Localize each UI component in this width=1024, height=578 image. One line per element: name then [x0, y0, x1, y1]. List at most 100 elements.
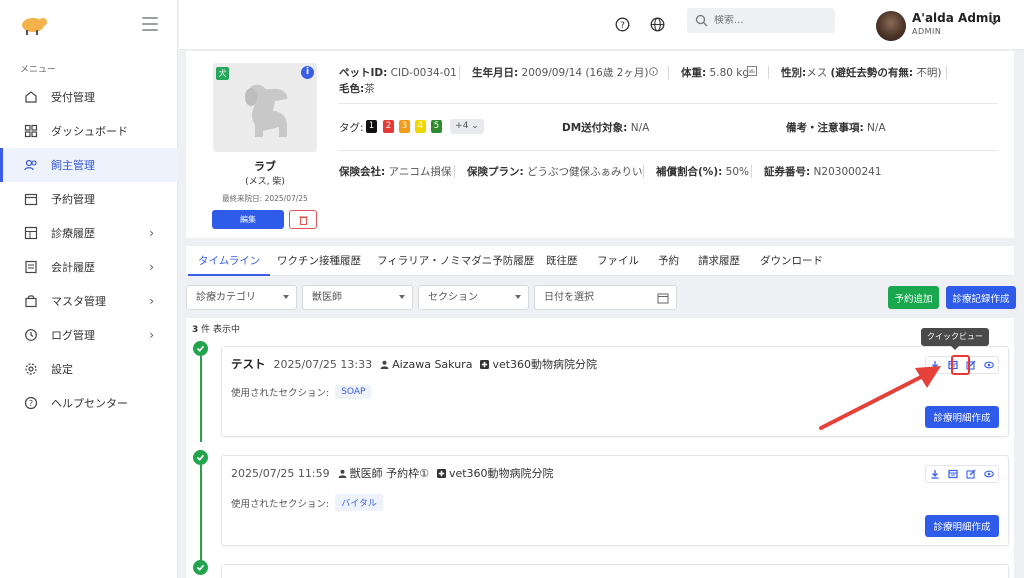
tag-chip[interactable]: 3	[399, 120, 410, 133]
search-icon	[695, 14, 708, 27]
sidebar-item-medical-history[interactable]: 診療履歴 ›	[0, 216, 178, 250]
chevron-right-icon: ›	[149, 226, 154, 240]
invoice-icon	[24, 260, 38, 274]
sidebar-item-master[interactable]: マスタ管理 ›	[0, 284, 178, 318]
sidebar-item-settings[interactable]: 設定	[0, 352, 178, 386]
menu-toggle-icon[interactable]	[142, 17, 158, 31]
hospital-icon	[480, 359, 490, 369]
pet-name: ラブ	[254, 160, 276, 173]
ratio-value: 50%	[725, 166, 750, 178]
dm-value: N/A	[630, 122, 650, 134]
tab-reservations[interactable]: 予約	[648, 246, 689, 276]
vet-select-value: 獣医師	[312, 292, 342, 303]
table-icon	[24, 226, 38, 240]
delete-button[interactable]	[289, 210, 317, 229]
weight-value: 5.80 kg	[709, 67, 750, 79]
tab-timeline[interactable]: タイムライン	[188, 246, 271, 276]
bag-icon	[24, 294, 38, 308]
sidebar-item-label: ヘルプセンター	[51, 397, 128, 410]
tag-chip[interactable]: 5	[431, 120, 442, 133]
category-select[interactable]: 診療カテゴリ	[186, 285, 297, 310]
quick-view-icon[interactable]	[944, 466, 962, 482]
vet-select[interactable]: 獣医師	[302, 285, 413, 310]
info-icon[interactable]: i	[301, 66, 314, 79]
tag-chip[interactable]: 4	[415, 120, 426, 133]
ratio-label: 補償割合(%):	[656, 166, 723, 178]
timeline-card[interactable]: 2025/07/25 11:59 獣医師 予約枠① vet360動物病院分院 使…	[221, 455, 1009, 546]
tag-chip[interactable]: 2	[383, 120, 394, 133]
record-clinic: vet360動物病院分院	[492, 358, 598, 371]
edit-button[interactable]: 編集	[212, 210, 284, 229]
cert-value: N203000241	[813, 166, 882, 178]
grid-icon	[24, 124, 38, 138]
search-input[interactable]	[714, 15, 824, 26]
tab-files[interactable]: ファイル	[587, 246, 649, 276]
pet-id-value: CID-0034-01	[390, 67, 457, 79]
user-role: ADMIN	[912, 27, 942, 36]
sidebar-item-billing-history[interactable]: 会計履歴 ›	[0, 250, 178, 284]
coat-label: 毛色:	[339, 83, 365, 95]
create-record-button[interactable]: 診療記録作成	[946, 286, 1016, 309]
coat-field: 毛色:茶	[339, 81, 375, 96]
eye-icon[interactable]	[980, 466, 998, 482]
svg-text:?: ?	[620, 21, 625, 31]
plan-label: 保険プラン:	[467, 166, 524, 178]
edit-icon[interactable]	[962, 466, 980, 482]
last-visit-date: 最終来院日: 2025/07/25	[222, 194, 308, 203]
sidebar-item-reception[interactable]: 受付管理	[0, 80, 178, 114]
user-icon	[338, 469, 347, 478]
divider	[946, 66, 947, 79]
dm-field: DM送付対象: N/A	[562, 120, 649, 135]
birth-field: 生年月日: 2009/09/14 (16歳 2ヶ月)	[472, 65, 648, 80]
add-reservation-button[interactable]: 予約追加	[888, 286, 939, 309]
tab-download[interactable]: ダウンロード	[750, 246, 833, 276]
eye-icon[interactable]	[980, 357, 998, 373]
globe-icon[interactable]	[650, 17, 665, 32]
sidebar-item-label: マスタ管理	[51, 295, 106, 308]
timeline-line	[200, 464, 202, 564]
tab-medical-history[interactable]: 既往歴	[536, 246, 588, 276]
weight-field: 体重: 5.80 kg	[681, 65, 749, 80]
tag-chip[interactable]: 1	[366, 120, 377, 133]
coat-value: 茶	[364, 83, 375, 95]
section-select[interactable]: セクション	[418, 285, 529, 310]
avatar[interactable]	[876, 11, 906, 41]
section-chip[interactable]: バイタル	[335, 494, 383, 511]
sidebar-item-help[interactable]: ? ヘルプセンター	[0, 386, 178, 420]
timeline-card[interactable]	[221, 564, 1009, 578]
sidebar-item-owners[interactable]: 飼主管理	[0, 148, 178, 182]
sidebar-item-reservations[interactable]: 予約管理	[0, 182, 178, 216]
info-circle-icon[interactable]	[649, 67, 658, 76]
tab-vaccination[interactable]: ワクチン接種履歴	[267, 246, 371, 276]
pet-profile-card: 犬 i ラブ (メス, 柴) 最終来院日: 2025/07/25 編集 ペットI…	[186, 51, 1014, 238]
record-tabs: タイムライン ワクチン接種履歴 フィラリア・ノミマダニ予防履歴 既往歴 ファイル…	[186, 246, 1014, 276]
tags-more-dropdown[interactable]: +4 ⌄	[450, 119, 484, 134]
sidebar-item-dashboard[interactable]: ダッシュボード	[0, 114, 178, 148]
sheep-logo-icon[interactable]	[18, 14, 48, 36]
card-actions	[925, 465, 999, 483]
check-circle-icon	[193, 341, 208, 356]
card-sections: 使用されたセクション: SOAP	[231, 385, 372, 399]
chart-icon[interactable]	[747, 66, 757, 76]
sidebar-item-label: ログ管理	[51, 329, 95, 342]
section-chip[interactable]: SOAP	[335, 385, 372, 399]
svg-text:?: ?	[29, 399, 33, 408]
create-detail-button[interactable]: 診療明細作成	[925, 515, 999, 537]
sidebar-item-logs[interactable]: ログ管理 ›	[0, 318, 178, 352]
tab-prevention[interactable]: フィラリア・ノミマダニ予防履歴	[367, 246, 544, 276]
record-datetime: 2025/07/25 13:33	[273, 357, 373, 371]
user-name[interactable]: A'alda Admin	[912, 11, 1001, 25]
sidebar-item-label: 会計履歴	[51, 261, 95, 274]
result-count: 3 件 表示中	[192, 322, 240, 335]
chevron-down-icon[interactable]	[989, 18, 999, 26]
divider	[643, 165, 644, 178]
search-box[interactable]	[687, 8, 835, 33]
divider	[751, 165, 752, 178]
download-icon[interactable]	[926, 466, 944, 482]
help-icon[interactable]: ?	[615, 17, 630, 32]
neuter-value: 不明)	[916, 67, 942, 79]
date-picker[interactable]: 日付を選択	[534, 285, 677, 310]
sidebar-item-label: 受付管理	[51, 91, 95, 104]
tab-billing[interactable]: 請求履歴	[688, 246, 750, 276]
category-select-value: 診療カテゴリ	[196, 292, 256, 303]
